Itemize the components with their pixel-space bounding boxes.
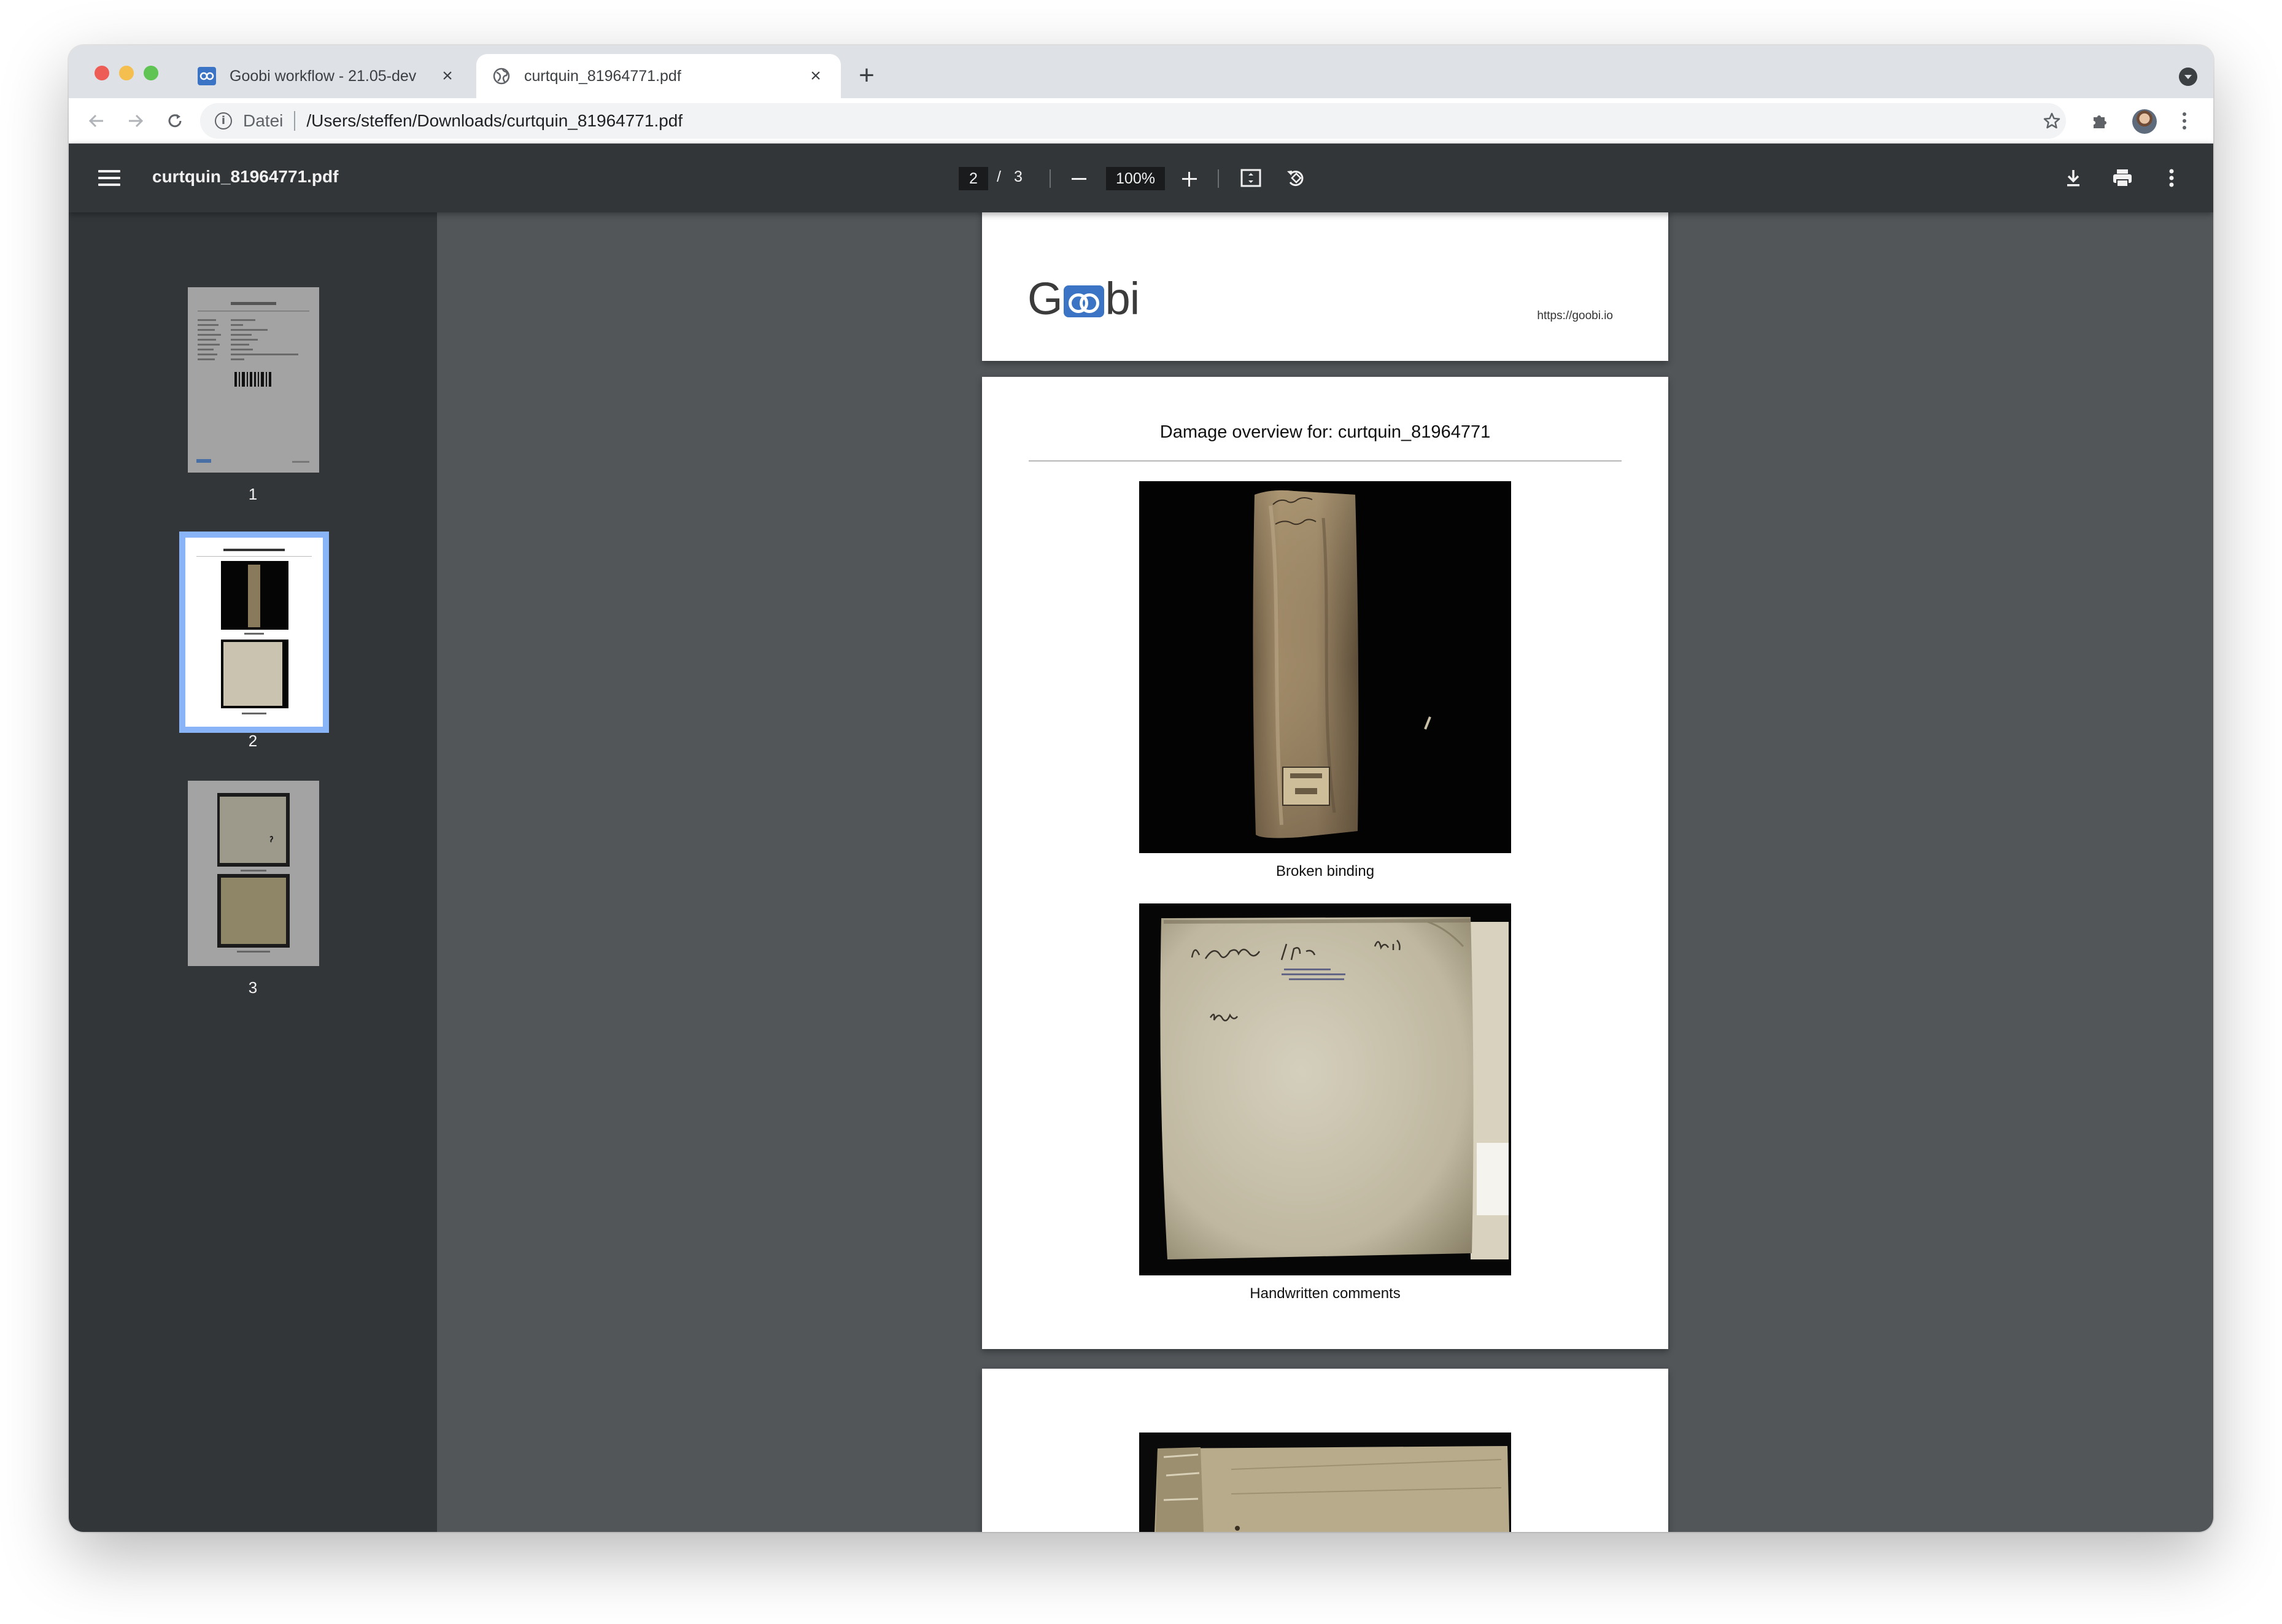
minimize-window-button[interactable]: [119, 66, 134, 80]
zoom-level-input[interactable]: 100%: [1106, 167, 1165, 190]
thumbnail-number: 1: [248, 485, 258, 503]
document-viewer[interactable]: Gbi https://goobi.io Damage overview for…: [437, 212, 2213, 1532]
pdf-toolbar: curtquin_81964771.pdf 2 / 3 100%: [69, 144, 2213, 212]
rotate-counterclockwise-icon[interactable]: [1284, 166, 1309, 190]
tab-title: curtquin_81964771.pdf: [524, 67, 681, 85]
page-thumbnail-2[interactable]: [185, 538, 323, 727]
info-icon[interactable]: i: [215, 112, 232, 130]
pdf-page-2: Damage overview for: curtquin_81964771 B…: [982, 377, 1668, 1349]
page-thumbnail-3[interactable]: [188, 781, 319, 966]
handwritten-comments-photo: [1139, 903, 1511, 1275]
page-thumbnail-1[interactable]: [188, 287, 319, 473]
thumbnail-number: 3: [248, 978, 258, 997]
goobi-logo: Gbi: [1027, 273, 1140, 325]
pdf-page-3: [982, 1369, 1668, 1532]
download-icon[interactable]: [2061, 166, 2086, 190]
close-tab-icon[interactable]: ×: [438, 66, 457, 87]
page-3-photo: [1139, 1433, 1511, 1532]
goobi-url: https://goobi.io: [1537, 309, 1613, 322]
url-text[interactable]: /Users/steffen/Downloads/curtquin_819647…: [306, 111, 683, 131]
damage-overview-title: Damage overview for: curtquin_81964771: [1159, 422, 1491, 442]
thumbnail-sidebar: 1 2 3: [69, 212, 437, 1532]
arrow-left-icon: [88, 114, 103, 128]
divider: [1218, 169, 1219, 188]
reload-button[interactable]: [160, 106, 190, 136]
print-icon[interactable]: [2110, 166, 2135, 190]
zoom-window-button[interactable]: [144, 66, 158, 80]
reload-icon: [168, 114, 182, 128]
new-tab-button[interactable]: +: [851, 60, 883, 92]
tab-goobi-workflow[interactable]: Goobi workflow - 21.05-dev ×: [182, 54, 473, 98]
browser-window: Goobi workflow - 21.05-dev × curtquin_81…: [69, 45, 2213, 1532]
address-bar[interactable]: i Datei /Users/steffen/Downloads/curtqui…: [200, 103, 2066, 139]
forward-button[interactable]: [120, 106, 151, 136]
browser-menu-icon[interactable]: [2175, 106, 2194, 136]
zoom-out-button[interactable]: [1068, 168, 1090, 190]
title-rule: [1029, 460, 1622, 462]
tab-pdf[interactable]: curtquin_81964771.pdf ×: [476, 54, 841, 98]
extensions-puzzle-icon[interactable]: [2084, 106, 2115, 136]
divider: [1050, 169, 1051, 188]
goobi-infinity-icon: [1063, 285, 1104, 317]
fit-to-page-icon[interactable]: [1239, 166, 1263, 190]
zoom-in-button[interactable]: [1178, 168, 1201, 190]
tab-strip: Goobi workflow - 21.05-dev × curtquin_81…: [69, 45, 2213, 98]
logo-text-right: bi: [1105, 273, 1140, 324]
broken-binding-photo: [1139, 481, 1511, 853]
scheme-label: Datei: [243, 111, 284, 130]
close-tab-icon[interactable]: ×: [806, 66, 825, 87]
page-count: 3: [1014, 168, 1023, 185]
page-separator: /: [997, 168, 1001, 185]
pdf-page-1: Gbi https://goobi.io: [982, 212, 1668, 361]
bookmark-star-icon[interactable]: [2036, 106, 2067, 136]
back-button[interactable]: [81, 106, 112, 136]
page-number-input[interactable]: 2: [959, 167, 988, 190]
document-title: curtquin_81964771.pdf: [152, 167, 339, 186]
goobi-favicon-icon: [198, 67, 216, 85]
profile-avatar[interactable]: [2132, 109, 2157, 134]
more-options-icon[interactable]: [2159, 166, 2184, 190]
arrow-right-icon: [129, 114, 144, 128]
thumbnail-number: 2: [248, 732, 258, 750]
menu-hamburger-icon[interactable]: [98, 167, 120, 189]
photo-caption: Handwritten comments: [1250, 1285, 1401, 1302]
photo-caption: Broken binding: [1275, 863, 1375, 880]
tab-title: Goobi workflow - 21.05-dev: [230, 67, 417, 85]
divider: [294, 111, 296, 131]
close-window-button[interactable]: [95, 66, 109, 80]
browser-toolbar: i Datei /Users/steffen/Downloads/curtqui…: [69, 98, 2213, 144]
tab-search-icon[interactable]: [2179, 68, 2197, 86]
logo-text-left: G: [1027, 273, 1063, 324]
globe-icon: [492, 67, 511, 85]
